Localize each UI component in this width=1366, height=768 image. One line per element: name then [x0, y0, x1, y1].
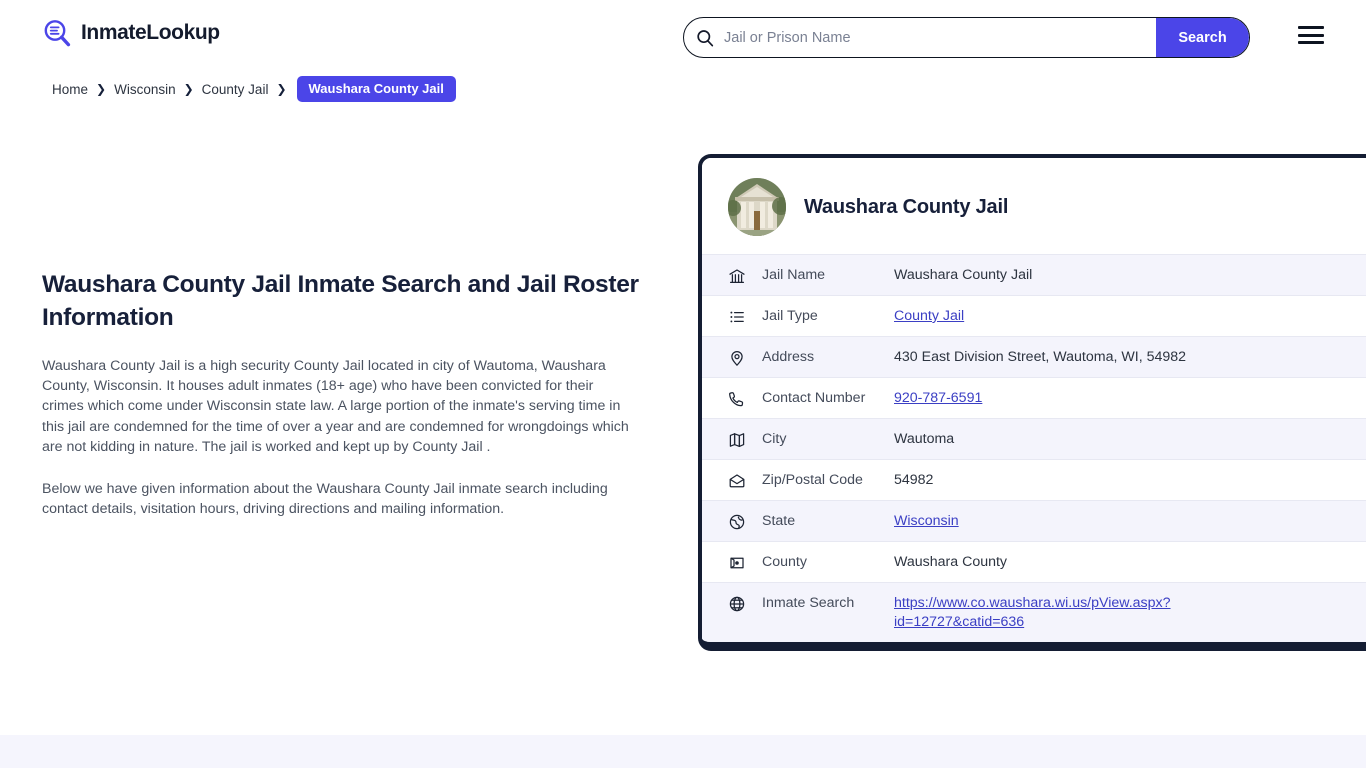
- breadcrumb-item-county-jail[interactable]: County Jail: [202, 82, 269, 97]
- site-header: InmateLookup Search: [0, 0, 1366, 72]
- row-value: 430 East Division Street, Wautoma, WI, 5…: [894, 349, 1187, 365]
- jail-info-card: Waushara County Jail Jail Name Waushara …: [698, 154, 1366, 651]
- list-icon: [728, 308, 746, 326]
- hamburger-bar: [1298, 41, 1324, 44]
- row-label: Jail Type: [762, 308, 818, 324]
- row-value: Wisconsin: [894, 512, 1366, 531]
- chevron-right-icon: ❯: [276, 82, 287, 96]
- breadcrumb-item-current: Waushara County Jail: [296, 76, 456, 102]
- brand-logo-link[interactable]: InmateLookup: [42, 18, 220, 48]
- table-row: Zip/Postal Code 54982: [702, 459, 1366, 500]
- jail-type-link[interactable]: County Jail: [894, 308, 964, 324]
- row-label: City: [762, 431, 787, 447]
- contact-number-link[interactable]: 920-787-6591: [894, 390, 982, 406]
- row-value: Waushara County Jail: [894, 267, 1033, 283]
- row-label: State: [762, 513, 796, 529]
- breadcrumb-item-wisconsin[interactable]: Wisconsin: [114, 82, 176, 97]
- hamburger-bar: [1298, 26, 1324, 29]
- row-label: Inmate Search: [762, 595, 855, 611]
- phone-icon: [728, 390, 746, 408]
- search-input[interactable]: [714, 18, 1156, 57]
- row-value: Wautoma: [894, 431, 955, 447]
- hamburger-menu-icon[interactable]: [1298, 24, 1326, 46]
- state-link[interactable]: Wisconsin: [894, 513, 959, 529]
- secondary-paragraph: Below we have given information about th…: [42, 481, 608, 518]
- table-row: Jail Name Waushara County Jail: [702, 254, 1366, 295]
- jail-info-card-header: Waushara County Jail: [702, 158, 1366, 254]
- table-row: Jail Type County Jail: [702, 295, 1366, 336]
- row-value: https://www.co.waushara.wi.us/pView.aspx…: [894, 594, 1234, 632]
- footer-band: [0, 735, 1366, 768]
- globe-state-icon: [728, 513, 746, 531]
- table-row: Contact Number 920-787-6591: [702, 377, 1366, 418]
- row-label: County: [762, 554, 807, 570]
- table-row: Address 430 East Division Street, Wautom…: [702, 336, 1366, 377]
- map-pin-icon: [728, 349, 746, 367]
- intro-paragraph: Waushara County Jail is a high security …: [42, 358, 629, 455]
- jail-card-title: Waushara County Jail: [804, 195, 1009, 218]
- page-title: Waushara County Jail Inmate Search and J…: [42, 271, 639, 331]
- row-value: Waushara County: [894, 554, 1008, 570]
- search-bar[interactable]: Search: [683, 17, 1250, 58]
- breadcrumb-item-home[interactable]: Home: [52, 82, 88, 97]
- table-row: State Wisconsin: [702, 500, 1366, 541]
- row-label: Address: [762, 349, 815, 365]
- county-map-icon: [728, 554, 746, 572]
- bank-icon: [728, 267, 746, 285]
- breadcrumb: Home ❯ Wisconsin ❯ County Jail ❯ Waushar…: [52, 76, 456, 102]
- table-row: City Wautoma: [702, 418, 1366, 459]
- search-button[interactable]: Search: [1156, 18, 1249, 57]
- article-column: Waushara County Jail Inmate Search and J…: [42, 268, 642, 519]
- row-label: Zip/Postal Code: [762, 472, 863, 488]
- row-value: 920-787-6591: [894, 389, 1366, 408]
- chevron-right-icon: ❯: [183, 82, 194, 96]
- row-label: Jail Name: [762, 267, 826, 283]
- map-icon: [728, 431, 746, 449]
- courthouse-photo: [728, 178, 786, 236]
- table-row: Inmate Search https://www.co.waushara.wi…: [702, 582, 1366, 642]
- search-icon: [696, 29, 714, 47]
- table-row: County Waushara County: [702, 541, 1366, 582]
- globe-icon: [728, 595, 746, 613]
- magnifier-list-icon: [42, 18, 72, 48]
- hamburger-bar: [1298, 33, 1324, 37]
- row-value: 54982: [894, 472, 934, 488]
- row-value: County Jail: [894, 307, 1366, 326]
- brand-name: InmateLookup: [81, 21, 220, 44]
- envelope-icon: [728, 472, 746, 490]
- chevron-right-icon: ❯: [96, 82, 107, 96]
- inmate-search-link[interactable]: https://www.co.waushara.wi.us/pView.aspx…: [894, 595, 1171, 630]
- row-label: Contact Number: [762, 390, 866, 406]
